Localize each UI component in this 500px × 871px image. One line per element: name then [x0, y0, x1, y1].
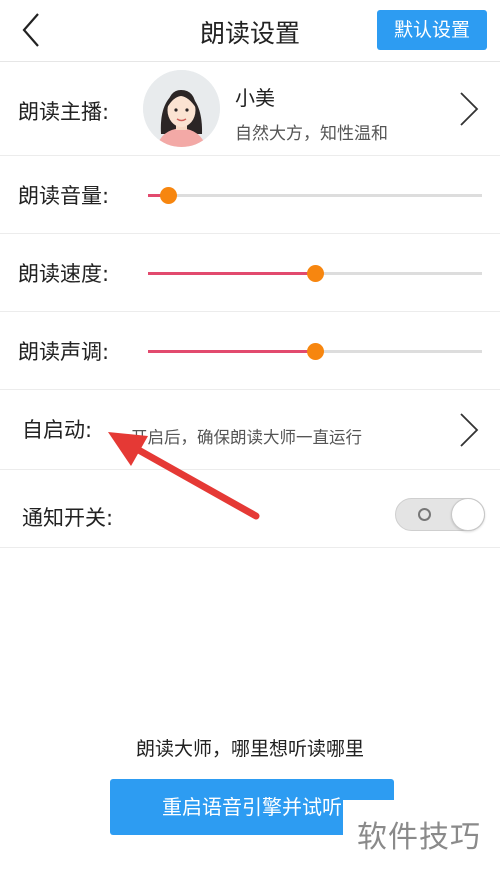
pitch-slider-thumb[interactable]: [307, 343, 324, 360]
notification-toggle[interactable]: [395, 498, 485, 531]
speed-slider-thumb[interactable]: [307, 265, 324, 282]
speed-row: 朗读速度:: [0, 234, 500, 312]
volume-row: 朗读音量:: [0, 156, 500, 234]
pitch-slider-fill: [148, 350, 315, 353]
anchor-row[interactable]: 朗读主播: 小美 自然大方，知性温和: [0, 62, 500, 156]
avatar: [143, 70, 220, 147]
avatar-icon: [143, 70, 220, 147]
volume-label: 朗读音量:: [18, 184, 110, 208]
autostart-row[interactable]: 自启动: 开启后，确保朗读大师一直运行: [0, 390, 500, 470]
chevron-right-icon: [460, 92, 479, 126]
volume-slider-thumb[interactable]: [160, 187, 178, 204]
watermark: 软件技巧: [343, 800, 500, 870]
circle-icon: [418, 508, 431, 521]
toggle-knob: [451, 498, 485, 531]
pitch-label: 朗读声调:: [18, 340, 110, 364]
default-settings-button[interactable]: 默认设置: [377, 10, 487, 50]
autostart-label: 自启动:: [22, 418, 93, 442]
anchor-label: 朗读主播:: [18, 100, 110, 124]
speed-slider[interactable]: [148, 265, 482, 282]
notification-label: 通知开关:: [22, 506, 114, 530]
chevron-right-icon: [460, 413, 479, 447]
notification-row: 通知开关:: [0, 470, 500, 548]
anchor-name: 小美: [235, 86, 275, 110]
volume-slider[interactable]: [148, 187, 482, 204]
pitch-slider[interactable]: [148, 343, 482, 360]
header-bar: 朗读设置 默认设置: [0, 0, 500, 62]
pitch-row: 朗读声调:: [0, 312, 500, 390]
anchor-description: 自然大方，知性温和: [235, 124, 388, 144]
watermark-text: 软件技巧: [357, 820, 481, 855]
slogan-text: 朗读大师，哪里想听读哪里: [135, 738, 364, 760]
speed-slider-fill: [148, 272, 315, 275]
speed-label: 朗读速度:: [18, 262, 110, 286]
autostart-description: 开启后，确保朗读大师一直运行: [131, 428, 362, 447]
